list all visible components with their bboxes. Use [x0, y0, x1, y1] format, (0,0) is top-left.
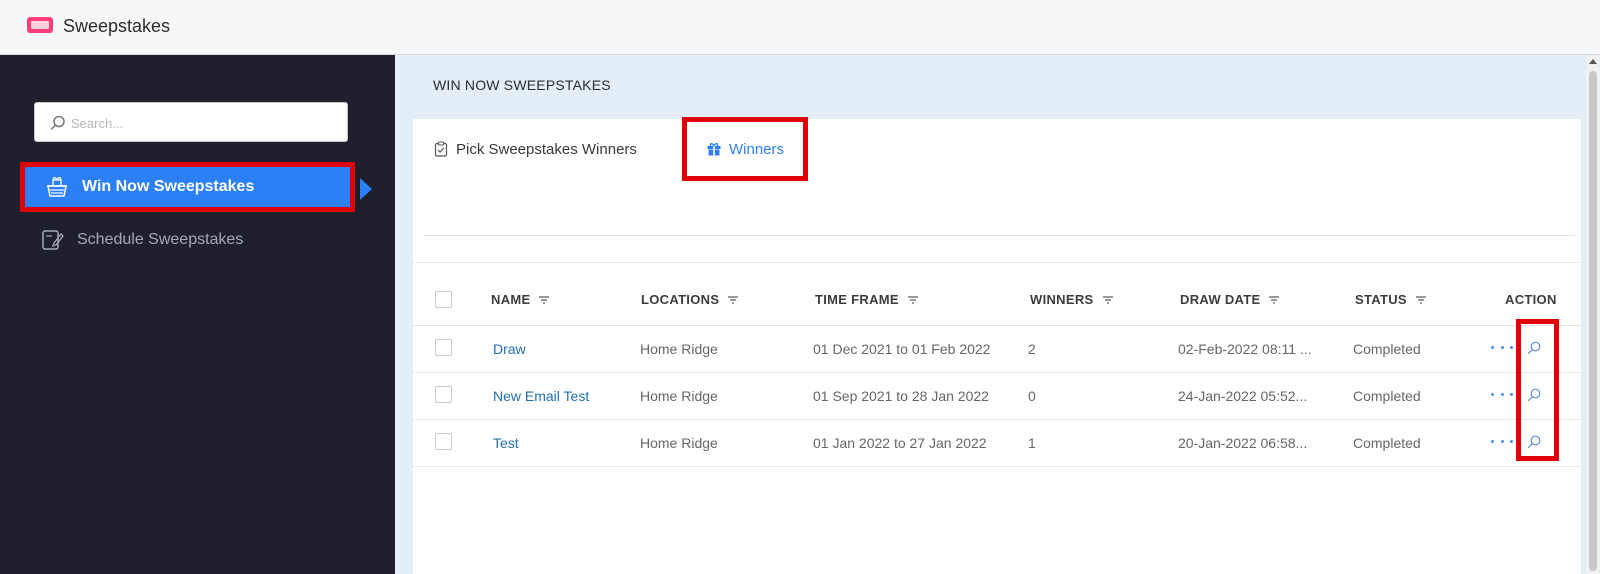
top-bar: Sweepstakes — [0, 0, 1600, 55]
search-icon[interactable] — [1526, 387, 1542, 403]
sidebar-item-label: Win Now Sweepstakes — [82, 178, 255, 195]
sweepstake-name-link[interactable]: New Email Test — [493, 388, 589, 404]
filter-icon[interactable] — [727, 294, 739, 306]
time-frame-cell: 01 Dec 2021 to 01 Feb 2022 — [813, 341, 991, 357]
sweepstake-name-link[interactable]: Draw — [493, 341, 526, 357]
select-all-checkbox[interactable] — [435, 291, 452, 308]
column-header-locations[interactable]: LOCATIONS — [641, 292, 739, 307]
winners-cell: 0 — [1028, 388, 1036, 404]
tabs-divider — [423, 235, 1575, 236]
filter-icon[interactable] — [1102, 294, 1114, 306]
row-checkbox[interactable] — [435, 433, 452, 450]
column-header-time-frame[interactable]: TIME FRAME — [815, 292, 919, 307]
location-cell: Home Ridge — [640, 388, 718, 404]
column-header-winners[interactable]: WINNERS — [1030, 292, 1114, 307]
table-row: Draw Home Ridge 01 Dec 2021 to 01 Feb 20… — [413, 326, 1581, 373]
scrollbar[interactable] — [1586, 55, 1600, 574]
search-icon — [50, 115, 65, 130]
table-row: New Email Test Home Ridge 01 Sep 2021 to… — [413, 373, 1581, 420]
filter-icon[interactable] — [1268, 294, 1280, 306]
status-cell: Completed — [1353, 435, 1421, 451]
draw-date-cell: 02-Feb-2022 08:11 ... — [1178, 341, 1312, 357]
status-cell: Completed — [1353, 388, 1421, 404]
column-header-name[interactable]: NAME — [491, 292, 550, 307]
winners-cell: 2 — [1028, 341, 1036, 357]
more-options-icon[interactable] — [1491, 434, 1513, 448]
sidebar-item-win-now-sweepstakes[interactable]: Win Now Sweepstakes — [20, 162, 372, 212]
app-title: Sweepstakes — [63, 16, 171, 36]
table-row: Test Home Ridge 01 Jan 2022 to 27 Jan 20… — [413, 420, 1581, 467]
search-box[interactable] — [34, 102, 348, 142]
ticket-icon — [27, 17, 53, 33]
column-header-action: ACTION — [1505, 292, 1557, 307]
more-options-icon[interactable] — [1491, 387, 1513, 401]
row-checkbox[interactable] — [435, 386, 452, 403]
draw-date-cell: 20-Jan-2022 06:58... — [1178, 435, 1308, 451]
location-cell: Home Ridge — [640, 435, 718, 451]
content-panel: Pick Sweepstakes Winners Winners NAME LO… — [413, 117, 1581, 574]
filter-icon[interactable] — [907, 294, 919, 306]
more-options-icon[interactable] — [1491, 340, 1513, 354]
winners-cell: 1 — [1028, 435, 1036, 451]
main-content: WIN NOW SWEEPSTAKES Pick Sweepstakes Win… — [395, 55, 1586, 574]
draw-date-cell: 24-Jan-2022 05:52... — [1178, 388, 1308, 404]
page-title: WIN NOW SWEEPSTAKES — [433, 77, 611, 93]
table-header: NAME LOCATIONS TIME FRAME WINNERS DRAW D… — [413, 274, 1581, 326]
location-cell: Home Ridge — [640, 341, 718, 357]
tab-pick-sweepstakes-winners[interactable]: Pick Sweepstakes Winners — [433, 119, 637, 179]
scroll-up-arrow-icon[interactable] — [1589, 59, 1597, 64]
sidebar-item-label: Schedule Sweepstakes — [77, 231, 244, 248]
search-icon[interactable] — [1526, 434, 1542, 450]
tab-winners[interactable]: Winners — [682, 117, 808, 181]
sidebar: Win Now Sweepstakes Schedule Sweepstakes — [0, 55, 395, 574]
divider — [413, 262, 1581, 263]
filter-icon[interactable] — [538, 294, 550, 306]
column-header-status[interactable]: STATUS — [1355, 292, 1427, 307]
search-input[interactable] — [71, 111, 331, 135]
search-icon[interactable] — [1526, 340, 1542, 356]
column-header-draw-date[interactable]: DRAW DATE — [1180, 292, 1280, 307]
time-frame-cell: 01 Jan 2022 to 27 Jan 2022 — [813, 435, 987, 451]
gift-basket-icon — [44, 174, 70, 200]
tab-label: Pick Sweepstakes Winners — [456, 140, 637, 158]
row-checkbox[interactable] — [435, 339, 452, 356]
tab-label: Winners — [728, 140, 784, 158]
scrollbar-thumb[interactable] — [1589, 71, 1597, 571]
status-cell: Completed — [1353, 341, 1421, 357]
sweepstake-name-link[interactable]: Test — [493, 435, 519, 451]
gift-icon — [706, 141, 722, 157]
schedule-edit-icon — [39, 227, 65, 253]
clipboard-check-icon — [433, 141, 449, 157]
sidebar-item-schedule-sweepstakes[interactable]: Schedule Sweepstakes — [20, 215, 355, 265]
time-frame-cell: 01 Sep 2021 to 28 Jan 2022 — [813, 388, 989, 404]
filter-icon[interactable] — [1415, 294, 1427, 306]
